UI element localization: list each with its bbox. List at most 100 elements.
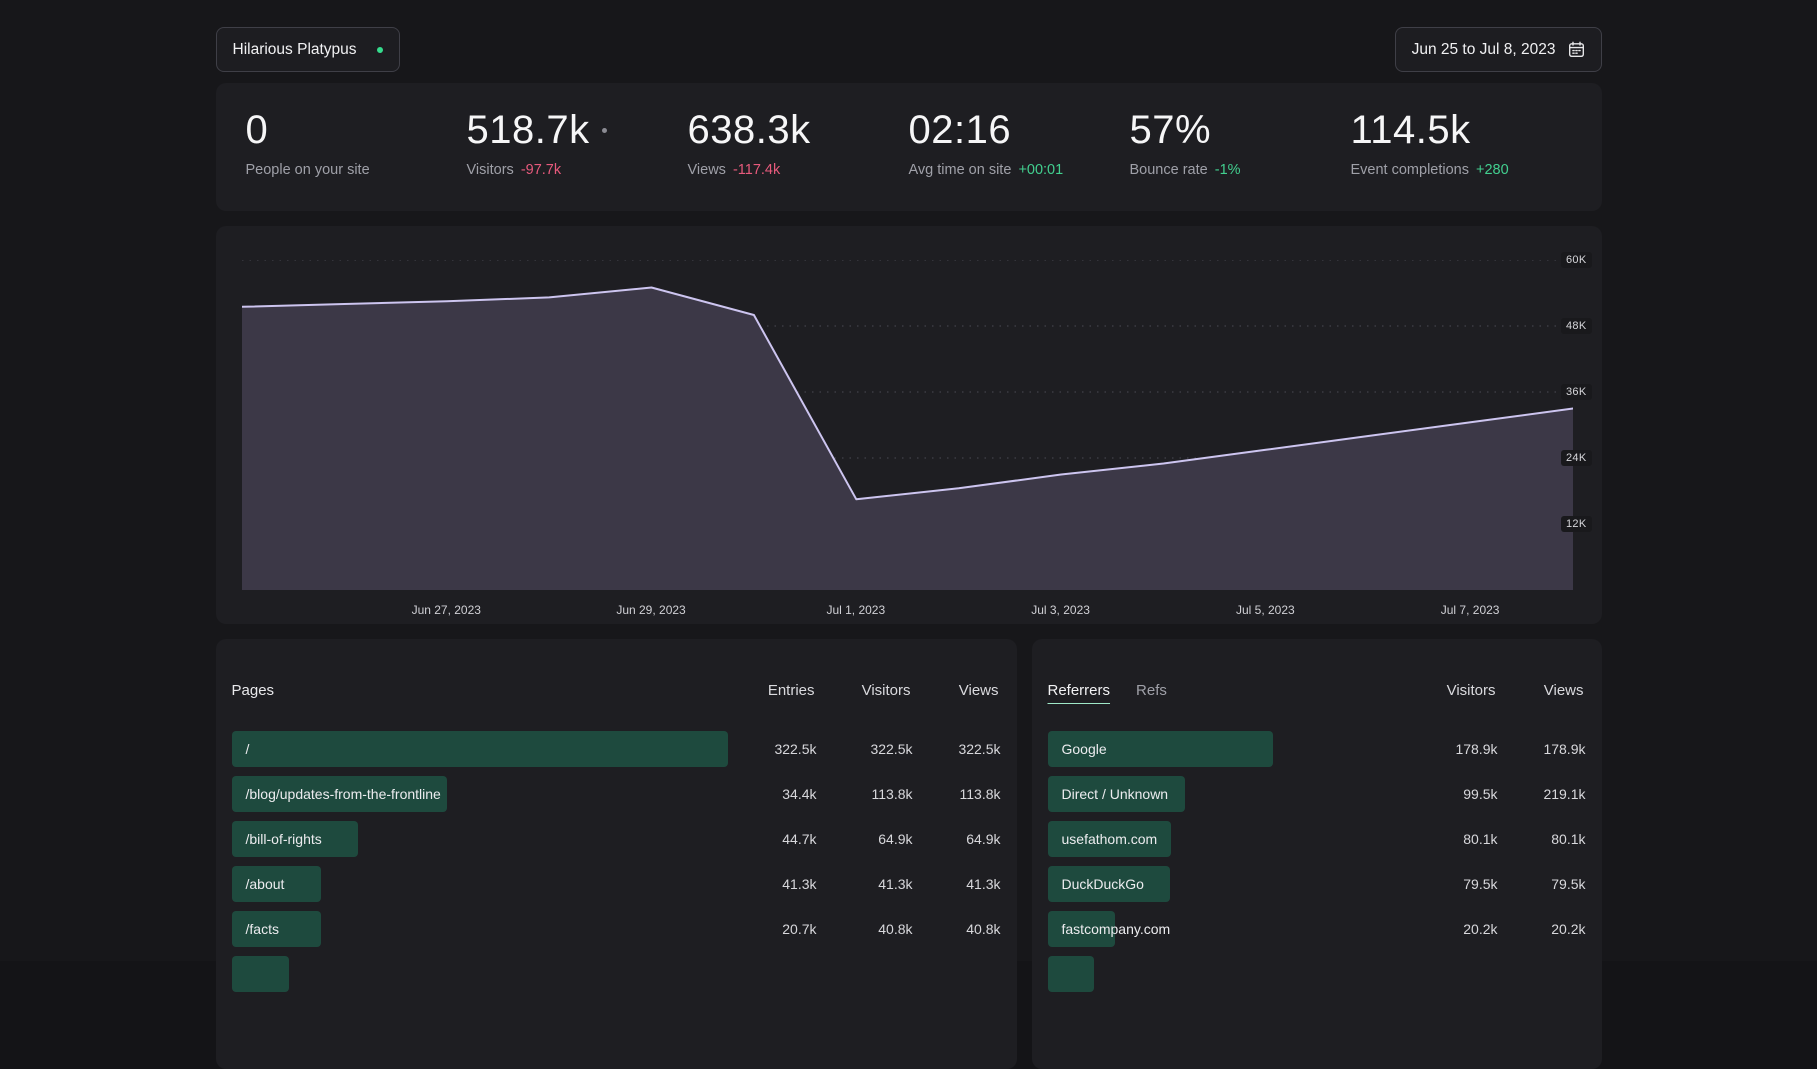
row-label: /: [232, 741, 729, 757]
row-value: 34.4k: [729, 786, 817, 802]
row-value: 64.9k: [817, 831, 913, 847]
row-label: Google: [1048, 741, 1398, 757]
row-value: 40.8k: [913, 921, 1001, 937]
stat-delta: -117.4k: [733, 162, 780, 178]
row-value: 80.1k: [1498, 831, 1586, 847]
stat-label: Event completions +280: [1351, 162, 1572, 178]
value-bar: [232, 956, 290, 992]
site-name: Hilarious Platypus: [233, 41, 357, 59]
calendar-icon: [1568, 41, 1585, 58]
column-header-views: Views: [911, 681, 999, 701]
table-row[interactable]: /about41.3k41.3k41.3k: [232, 866, 1001, 902]
date-range-label: Jun 25 to Jul 8, 2023: [1412, 41, 1556, 59]
y-axis-label-12K: 12K: [1561, 516, 1591, 532]
y-axis-label-60K: 60K: [1561, 252, 1591, 268]
stat-value: 518.7k: [467, 108, 688, 153]
row-value: 64.9k: [913, 831, 1001, 847]
row-value: 322.5k: [913, 741, 1001, 757]
stat-value: 0: [246, 108, 467, 153]
table-row[interactable]: /322.5k322.5k322.5k: [232, 731, 1001, 767]
stat-label: Bounce rate -1%: [1130, 162, 1351, 178]
stat-avg-time-on-site: 02:16 Avg time on site +00:01: [909, 108, 1130, 211]
x-axis-label: Jul 1, 2023: [826, 603, 885, 617]
x-axis-label: Jun 27, 2023: [412, 603, 481, 617]
stat-delta: +00:01: [1018, 162, 1063, 178]
row-value: 219.1k: [1498, 786, 1586, 802]
row-value: 113.8k: [817, 786, 913, 802]
x-axis-label: Jul 5, 2023: [1236, 603, 1295, 617]
row-label: DuckDuckGo: [1048, 876, 1398, 892]
row-value: 99.5k: [1398, 786, 1498, 802]
tab-refs[interactable]: Refs: [1136, 681, 1167, 701]
stat-value: 638.3k: [688, 108, 909, 153]
row-value: 79.5k: [1398, 876, 1498, 892]
live-indicator-dot: [602, 128, 607, 133]
row-value: 322.5k: [729, 741, 817, 757]
table-row[interactable]: /facts20.7k40.8k40.8k: [232, 911, 1001, 947]
stat-delta: -97.7k: [521, 162, 561, 178]
row-label: fastcompany.com: [1048, 921, 1398, 937]
row-value: 44.7k: [729, 831, 817, 847]
stat-visitors: 518.7k Visitors -97.7k: [467, 108, 688, 211]
stat-event-completions: 114.5k Event completions +280: [1351, 108, 1572, 211]
row-value: 322.5k: [817, 741, 913, 757]
row-label: /facts: [232, 921, 729, 937]
column-header-views: Views: [1496, 681, 1584, 701]
row-value: 178.9k: [1498, 741, 1586, 757]
table-row: [232, 956, 1001, 992]
table-row[interactable]: /blog/updates-from-the-frontline34.4k113…: [232, 776, 1001, 812]
stat-value: 57%: [1130, 108, 1351, 153]
table-row[interactable]: Direct / Unknown99.5k219.1k: [1048, 776, 1586, 812]
y-axis-label-36K: 36K: [1561, 384, 1591, 400]
stat-label: Avg time on site +00:01: [909, 162, 1130, 178]
stat-people-on-your-site: 0 People on your site: [246, 108, 467, 211]
row-label: /blog/updates-from-the-frontline: [232, 786, 729, 802]
date-range-button[interactable]: Jun 25 to Jul 8, 2023: [1395, 27, 1602, 72]
dashboard: Hilarious Platypus Jun 25 to Jul 8, 2023…: [216, 0, 1602, 1069]
table-row[interactable]: usefathom.com80.1k80.1k: [1048, 821, 1586, 857]
stat-value: 02:16: [909, 108, 1130, 153]
chart-card: 60K48K36K24K12KJun 27, 2023Jun 29, 2023J…: [216, 226, 1602, 624]
referrers-tabs: Referrers Refs: [1048, 681, 1396, 701]
row-value: 113.8k: [913, 786, 1001, 802]
row-label: /about: [232, 876, 729, 892]
stat-label: People on your site: [246, 162, 467, 178]
stat-views: 638.3kViews -117.4k: [688, 108, 909, 211]
table-row[interactable]: Google178.9k178.9k: [1048, 731, 1586, 767]
stat-bounce-rate: 57% Bounce rate -1%: [1130, 108, 1351, 211]
tables-row: Pages EntriesVisitorsViews /322.5k322.5k…: [216, 639, 1602, 1069]
stat-delta: -1%: [1215, 162, 1241, 178]
column-header-visitors: Visitors: [1396, 681, 1496, 701]
row-label: /bill-of-rights: [232, 831, 729, 847]
chart-svg: [242, 260, 1573, 590]
column-headers: Referrers Refs VisitorsViews: [1048, 681, 1586, 731]
table-row[interactable]: DuckDuckGo79.5k79.5k: [1048, 866, 1586, 902]
pages-panel: Pages EntriesVisitorsViews /322.5k322.5k…: [216, 639, 1017, 1069]
column-header-visitors: Visitors: [815, 681, 911, 701]
table-row: [1048, 956, 1586, 992]
tab-referrers[interactable]: Referrers: [1048, 681, 1111, 701]
stat-value: 114.5k: [1351, 108, 1572, 153]
table-row[interactable]: fastcompany.com20.2k20.2k: [1048, 911, 1586, 947]
top-bar: Hilarious Platypus Jun 25 to Jul 8, 2023: [216, 27, 1602, 72]
x-axis-label: Jul 3, 2023: [1031, 603, 1090, 617]
row-value: 79.5k: [1498, 876, 1586, 892]
x-axis-label: Jul 7, 2023: [1441, 603, 1500, 617]
y-axis-label-48K: 48K: [1561, 318, 1591, 334]
column-header-entries: Entries: [727, 681, 815, 701]
row-value: 41.3k: [817, 876, 913, 892]
row-value: 40.8k: [817, 921, 913, 937]
row-value: 20.7k: [729, 921, 817, 937]
row-value: 41.3k: [729, 876, 817, 892]
row-value: 20.2k: [1398, 921, 1498, 937]
site-selector-button[interactable]: Hilarious Platypus: [216, 27, 400, 72]
stat-label: Visitors -97.7k: [467, 162, 688, 178]
table-body: /322.5k322.5k322.5k/blog/updates-from-th…: [232, 731, 1001, 992]
table-row[interactable]: /bill-of-rights44.7k64.9k64.9k: [232, 821, 1001, 857]
row-label: usefathom.com: [1048, 831, 1398, 847]
traffic-chart[interactable]: [242, 260, 1573, 590]
y-axis-label-24K: 24K: [1561, 450, 1591, 466]
table-body: Google178.9k178.9kDirect / Unknown99.5k2…: [1048, 731, 1586, 992]
chart-area-fill: [242, 288, 1573, 591]
pages-title: Pages: [232, 681, 727, 701]
